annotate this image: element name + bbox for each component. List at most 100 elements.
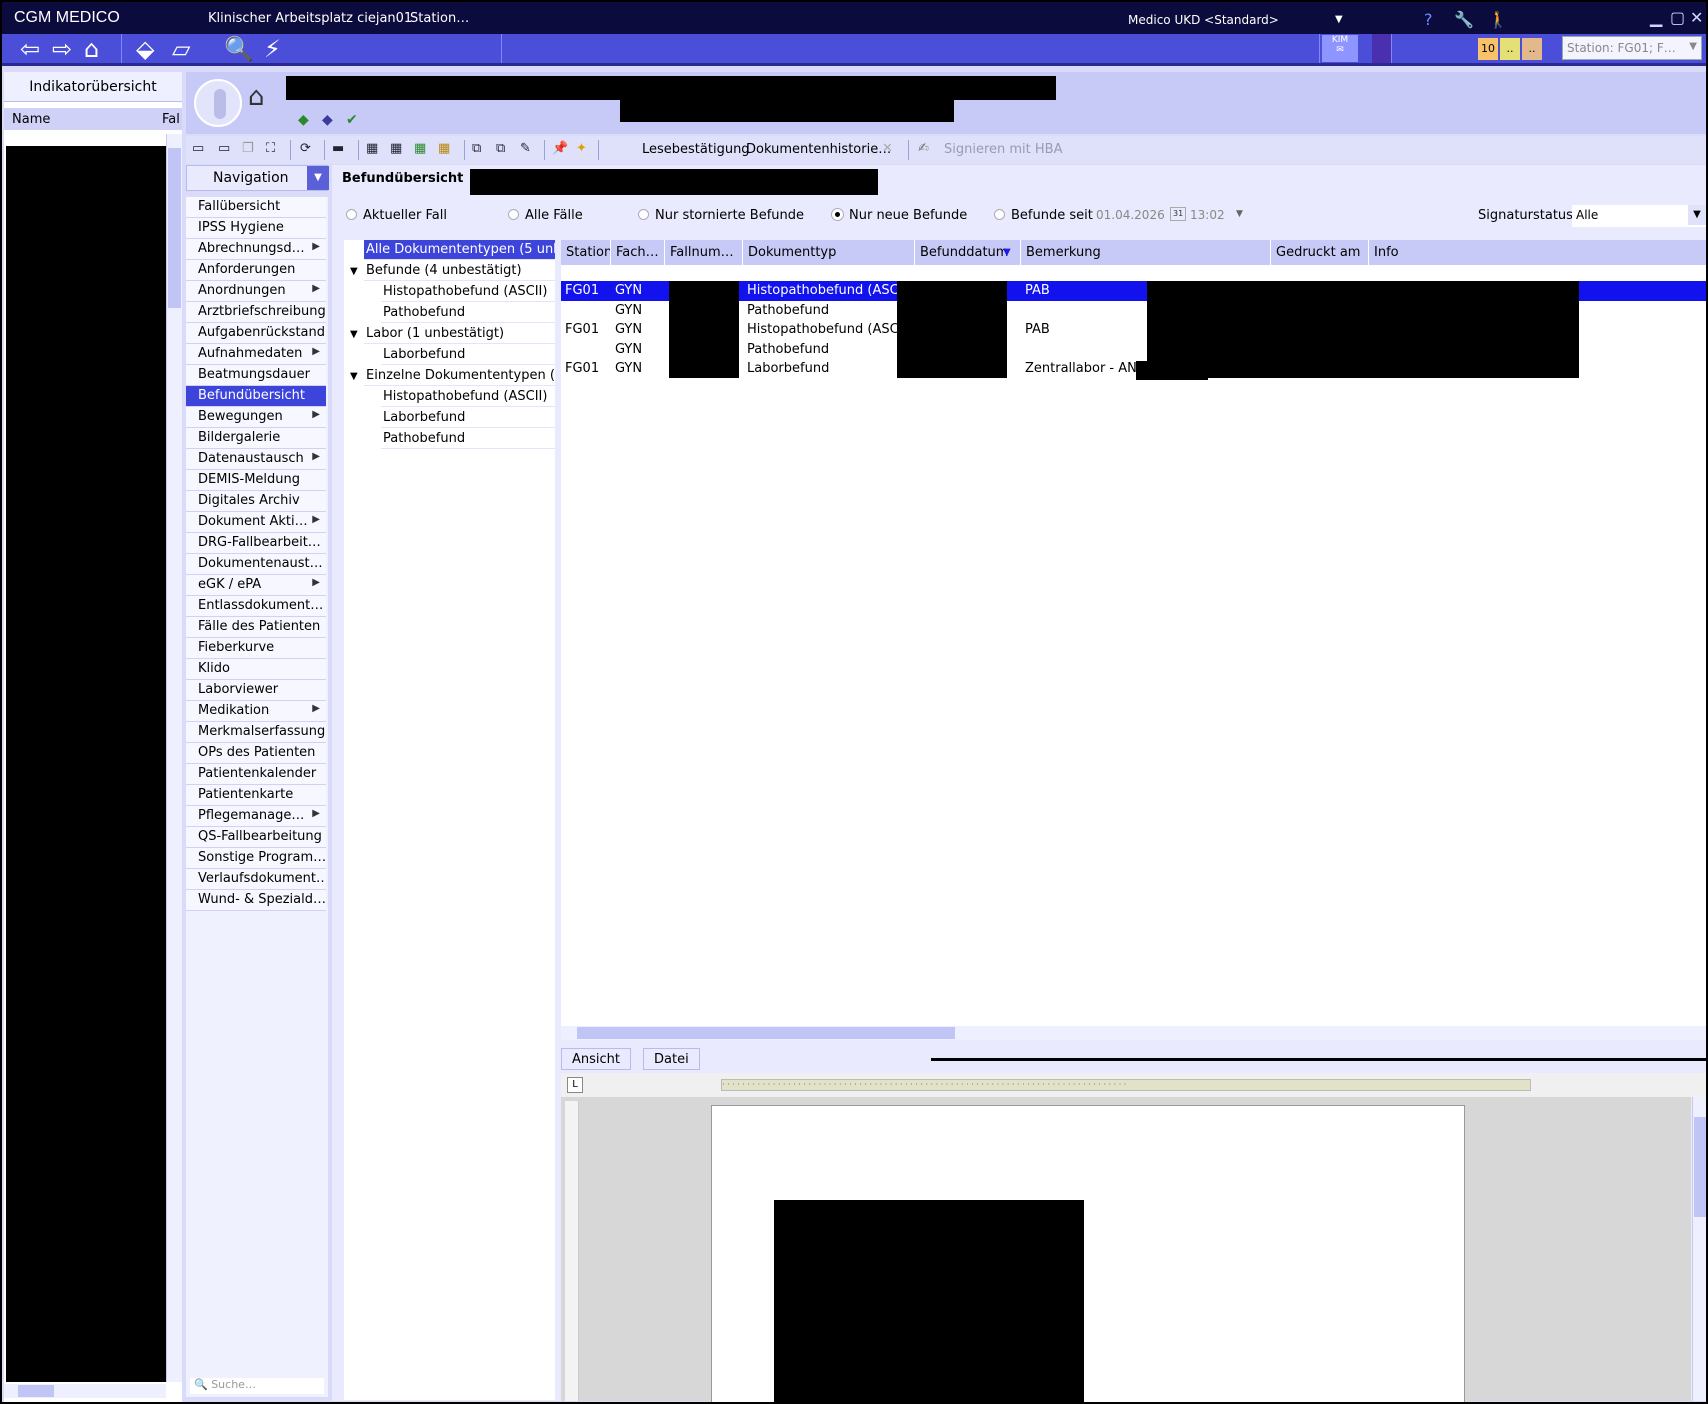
- grid-view-2-icon[interactable]: ▦: [390, 141, 408, 159]
- refresh-icon[interactable]: ⟳: [300, 141, 318, 159]
- person-icon[interactable]: 🚶: [1488, 10, 1508, 29]
- sidebar-item[interactable]: Verlaufsdokument…: [186, 869, 326, 890]
- column-name[interactable]: Name: [12, 112, 50, 127]
- minimize-icon[interactable]: ▁: [1650, 8, 1662, 27]
- sidebar-item[interactable]: IPSS Hygiene: [186, 218, 326, 239]
- sidebar-item[interactable]: eGK / ePA ▶: [186, 575, 326, 596]
- indicator-hscrollbar[interactable]: [4, 1384, 166, 1398]
- tree-node[interactable]: Histopathobefund (ASCII): [381, 282, 555, 302]
- sidebar-item[interactable]: Entlassdokument…: [186, 596, 326, 617]
- tree-node[interactable]: Laborbefund: [381, 345, 555, 365]
- window-icon[interactable]: ⧉: [472, 141, 490, 159]
- sidebar-item[interactable]: OPs des Patienten: [186, 743, 326, 764]
- house-icon[interactable]: ⌂: [248, 82, 265, 112]
- tree-node[interactable]: Einzelne Dokumententypen (5…: [364, 366, 555, 386]
- tree-node[interactable]: Histopathobefund (ASCII): [381, 387, 555, 407]
- star-add-icon[interactable]: ✦: [576, 141, 594, 159]
- column-header[interactable]: Dokumenttyp: [743, 240, 915, 265]
- sidebar-item[interactable]: Klido: [186, 659, 326, 680]
- flash-tool-icon[interactable]: ⚡: [264, 36, 281, 62]
- signieren-button[interactable]: Signieren mit HBA: [944, 142, 1063, 157]
- tree-node[interactable]: Pathobefund: [381, 429, 555, 449]
- forward-arrow-icon[interactable]: ⇨: [52, 36, 72, 62]
- sidebar-item[interactable]: Dokument Akti… ▶: [186, 512, 326, 533]
- navigation-header[interactable]: Navigation ▼: [186, 165, 329, 191]
- sidebar-item[interactable]: Bildergalerie: [186, 428, 326, 449]
- sidebar-item[interactable]: DRG-Fallbearbeit…: [186, 533, 326, 554]
- home-icon[interactable]: ⌂: [84, 36, 99, 62]
- documents-icon[interactable]: ▱: [172, 36, 190, 62]
- back-arrow-icon[interactable]: ⇦: [20, 36, 40, 62]
- station-select[interactable]: Station: FG01; F… ▼: [1562, 36, 1702, 60]
- tree-node[interactable]: Labor (1 unbestätigt): [364, 324, 555, 344]
- dokumentenhistorie-button[interactable]: Dokumentenhistorie…: [746, 142, 891, 157]
- counter-badge[interactable]: 10: [1478, 38, 1498, 60]
- sidebar-item[interactable]: Beatmungsdauer: [186, 365, 326, 386]
- sidebar-item[interactable]: Medikation ▶: [186, 701, 326, 722]
- delete-x-icon[interactable]: ✕: [882, 141, 900, 159]
- green-diamond-icon[interactable]: ◆: [298, 112, 309, 128]
- grid-view-3-icon[interactable]: ▦: [414, 141, 432, 159]
- radio-aktueller-fall[interactable]: Aktueller Fall: [346, 208, 447, 223]
- column-header[interactable]: Gedruckt am: [1271, 240, 1369, 265]
- workplace-context[interactable]: Klinischer Arbeitsplatz ciejan01: [208, 11, 412, 26]
- tab-datei[interactable]: Datei: [643, 1048, 700, 1070]
- column-fall[interactable]: Fal: [162, 112, 180, 127]
- sidebar-item[interactable]: Abrechnungsd… ▶: [186, 239, 326, 260]
- blue-diamond-icon[interactable]: ◆: [322, 112, 333, 128]
- time-dropdown-icon[interactable]: ▼: [1236, 209, 1243, 229]
- grid-view-4-icon[interactable]: ▦: [438, 141, 456, 159]
- sidebar-item[interactable]: Aufnahmedaten ▶: [186, 344, 326, 365]
- indicator-vscrollbar[interactable]: [166, 134, 182, 1382]
- radio-befunde-seit[interactable]: Befunde seit: [994, 208, 1093, 223]
- sidebar-item[interactable]: Bewegungen ▶: [186, 407, 326, 428]
- profile-label[interactable]: Medico UKD <Standard>: [1128, 13, 1279, 27]
- sidebar-item[interactable]: Befundübersicht: [186, 386, 326, 407]
- date-input[interactable]: 01.04.2026: [1096, 205, 1165, 225]
- maximize-icon[interactable]: ▢: [1670, 8, 1685, 27]
- patient-avatar[interactable]: [194, 79, 242, 127]
- time-input[interactable]: 13:02: [1190, 205, 1225, 225]
- sidebar-item[interactable]: Laborviewer: [186, 680, 326, 701]
- tree-expander-icon[interactable]: ▼: [350, 371, 358, 382]
- sidebar-item[interactable]: Wund- & Speziald…: [186, 890, 326, 911]
- column-header[interactable]: Bemerkung: [1021, 240, 1271, 265]
- indicator-orange[interactable]: ..: [1522, 38, 1542, 60]
- checkmark-icon[interactable]: ✔: [346, 112, 358, 128]
- tab-ansicht[interactable]: Ansicht: [561, 1048, 632, 1070]
- tree-node[interactable]: Alle Dokumententypen (5 unb…: [364, 240, 555, 260]
- navigation-dropdown-icon[interactable]: ▼: [307, 166, 329, 190]
- tree-node[interactable]: Pathobefund: [381, 303, 555, 323]
- column-header[interactable]: Info: [1369, 240, 1706, 265]
- grid-hscrollbar[interactable]: [561, 1026, 1706, 1040]
- pin-icon[interactable]: 📌: [552, 141, 570, 159]
- sort-descending-icon[interactable]: ▼: [1003, 247, 1011, 258]
- tab-stop-selector[interactable]: L: [567, 1077, 583, 1093]
- sidebar-item[interactable]: Aufgabenrückstand: [186, 323, 326, 344]
- navigation-search-input[interactable]: 🔍 Suche…: [190, 1378, 324, 1394]
- column-header[interactable]: Station: [561, 240, 611, 265]
- sidebar-item[interactable]: Merkmalserfassung: [186, 722, 326, 743]
- sidebar-item[interactable]: DEMIS-Meldung: [186, 470, 326, 491]
- column-header[interactable]: Fallnum…: [665, 240, 743, 265]
- sidebar-item[interactable]: Fälle des Patienten: [186, 617, 326, 638]
- kim-mail-icon[interactable]: KIM ✉: [1322, 35, 1358, 62]
- grid-view-1-icon[interactable]: ▦: [366, 141, 384, 159]
- tree-expander-icon[interactable]: ▼: [350, 329, 358, 340]
- radio-neue-befunde[interactable]: Nur neue Befunde: [832, 208, 967, 223]
- sidebar-item[interactable]: Anforderungen: [186, 260, 326, 281]
- cube-icon[interactable]: ⬙: [136, 36, 154, 62]
- sidebar-item[interactable]: Fallübersicht: [186, 197, 326, 218]
- wrench-icon[interactable]: 🔧: [1454, 10, 1474, 29]
- sidebar-item[interactable]: QS-Fallbearbeitung: [186, 827, 326, 848]
- sidebar-item[interactable]: Fieberkurve: [186, 638, 326, 659]
- sidebar-item[interactable]: Anordnungen ▶: [186, 281, 326, 302]
- radio-stornierte-befunde[interactable]: Nur stornierte Befunde: [638, 208, 804, 223]
- help-icon[interactable]: ?: [1424, 10, 1433, 29]
- tree-expander-icon[interactable]: ▼: [350, 266, 358, 277]
- column-header[interactable]: Fach…: [611, 240, 665, 265]
- edit-list-icon[interactable]: ✎: [520, 141, 538, 159]
- tree-node[interactable]: Befunde (4 unbestätigt): [364, 261, 555, 281]
- indicator-yellow[interactable]: ..: [1500, 38, 1520, 60]
- profile-dropdown-icon[interactable]: ▼: [1335, 14, 1343, 25]
